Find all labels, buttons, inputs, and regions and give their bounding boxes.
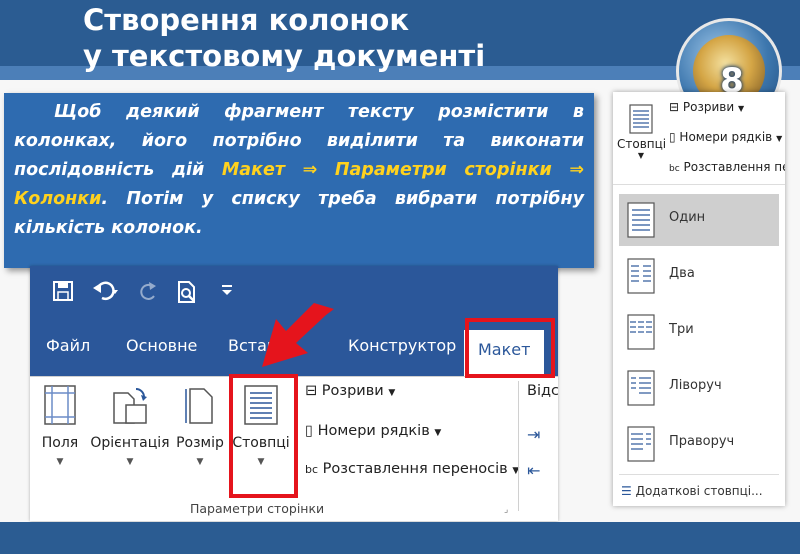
dropdown-breaks[interactable]: ⊟ Розриви ▼ — [669, 100, 744, 114]
orientation-label: Орієнтація — [90, 435, 170, 451]
save-icon[interactable] — [52, 280, 74, 309]
two-columns-icon — [627, 258, 655, 294]
dropdown-divider — [619, 474, 779, 475]
dropdown-line-numbers-label: Номери рядків — [679, 130, 773, 144]
dialog-launcher-icon[interactable]: ⌟ — [504, 505, 508, 515]
columns-option-three[interactable]: Три — [619, 306, 779, 358]
customize-qat-icon[interactable] — [220, 280, 234, 306]
chevron-down-icon: ▼ — [56, 457, 64, 467]
option-label: Два — [669, 266, 695, 281]
dropdown-columns-button[interactable]: Стовпці ▼ — [617, 104, 667, 160]
one-column-icon — [627, 202, 655, 238]
columns-option-two[interactable]: Два — [619, 250, 779, 302]
dropdown-columns-label: Стовпці — [617, 137, 667, 151]
tab-file[interactable]: Файл — [46, 336, 90, 355]
chevron-down-icon: ▼ — [126, 457, 134, 467]
margins-label: Поля — [41, 435, 79, 451]
red-arrow-icon — [262, 303, 334, 367]
line-numbers-label: Номери рядків — [317, 423, 430, 439]
columns-option-one[interactable]: Один — [619, 194, 779, 246]
columns-option-left[interactable]: Ліворуч — [619, 362, 779, 414]
dropdown-header: Стовпці ▼ ⊟ Розриви ▼ ▯ Номери рядків ▼ … — [613, 92, 785, 185]
line-numbers-icon: ▯ — [305, 423, 313, 439]
hyphenation-button[interactable]: bc Розставлення переносів ▼ — [305, 461, 519, 477]
right-column-icon — [627, 426, 655, 462]
chevron-down-icon: ▼ — [434, 428, 442, 438]
columns-option-right[interactable]: Праворуч — [619, 418, 779, 470]
indent-label: Відст — [527, 383, 558, 399]
size-button[interactable]: Розмір ▼ — [174, 385, 226, 467]
slide-title: Створення колонок у текстовому документі — [83, 2, 485, 74]
layout-tab-highlight — [465, 318, 555, 378]
tab-home[interactable]: Основне — [126, 336, 197, 355]
hyphenation-icon: bc — [305, 463, 319, 476]
columns-dropdown: Стовпці ▼ ⊟ Розриви ▼ ▯ Номери рядків ▼ … — [613, 92, 785, 506]
breaks-button[interactable]: ⊟ Розриви ▼ — [305, 383, 395, 399]
option-label: Ліворуч — [669, 378, 722, 393]
left-column-icon — [627, 370, 655, 406]
bottom-band — [0, 522, 800, 554]
redo-icon[interactable] — [138, 280, 158, 309]
size-icon — [185, 388, 213, 424]
dropdown-line-numbers[interactable]: ▯ Номери рядків ▼ — [669, 130, 782, 144]
more-columns-label: Додаткові стовпці... — [635, 484, 763, 498]
group-divider — [518, 381, 519, 511]
chevron-down-icon: ▼ — [196, 457, 204, 467]
more-columns-option[interactable]: ☰ Додаткові стовпці... — [621, 484, 763, 498]
option-label: Три — [669, 322, 694, 337]
print-preview-icon[interactable] — [176, 280, 200, 311]
margins-icon — [44, 385, 76, 425]
breaks-label: Розриви — [321, 383, 384, 399]
indent-left-icon[interactable]: ⇥ — [527, 425, 540, 444]
size-label: Розмір — [176, 435, 224, 451]
slide-title-line1: Створення колонок — [83, 3, 409, 37]
dropdown-breaks-label: Розриви — [682, 100, 735, 114]
columns-highlight — [229, 374, 298, 498]
line-numbers-button[interactable]: ▯ Номери рядків ▼ — [305, 423, 441, 439]
indent-right-icon[interactable]: ⇤ — [527, 461, 540, 480]
group-label-page-setup: Параметри сторінки — [190, 501, 325, 516]
option-label: Один — [669, 210, 706, 225]
chevron-down-icon: ▼ — [388, 388, 396, 398]
hyphenation-label: Розставлення переносів — [322, 461, 508, 477]
more-columns-icon: ☰ — [621, 484, 632, 498]
dropdown-hyphenation[interactable]: bc Розставлення пере — [669, 160, 785, 174]
dropdown-hyphenation-label: Розставлення пере — [683, 160, 786, 174]
orientation-button[interactable]: Орієнтація ▼ — [88, 385, 172, 467]
orientation-icon — [113, 388, 147, 424]
margins-button[interactable]: Поля ▼ — [36, 385, 84, 467]
option-label: Праворуч — [669, 434, 735, 449]
three-columns-icon — [627, 314, 655, 350]
chevron-down-icon: ▼ — [637, 151, 645, 160]
columns-icon — [629, 104, 653, 134]
tab-design[interactable]: Конструктор — [348, 336, 456, 355]
explanation-box: Щоб деякий фрагмент тексту розмістити в … — [4, 93, 594, 268]
breaks-icon: ⊟ — [305, 383, 318, 399]
explanation-text: Щоб деякий фрагмент тексту розмістити в … — [14, 98, 584, 243]
slide-title-line2: у текстовому документі — [83, 39, 486, 73]
undo-icon[interactable] — [92, 280, 120, 309]
